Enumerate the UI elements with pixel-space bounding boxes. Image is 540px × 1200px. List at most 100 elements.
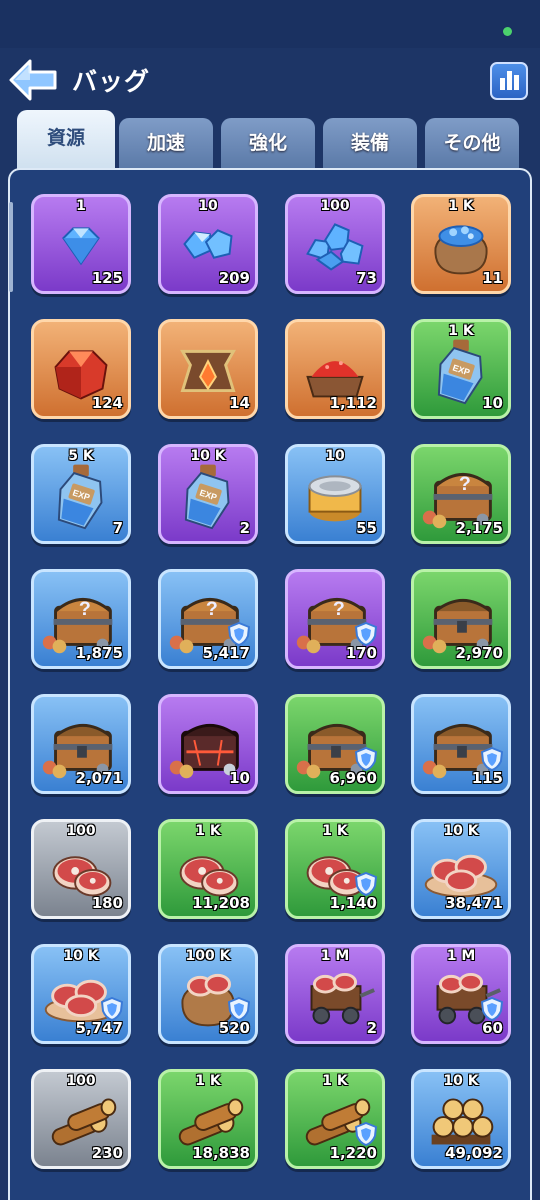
back-arrow-icon	[9, 59, 57, 101]
inventory-item[interactable]: 10 209	[158, 194, 258, 294]
protected-shield-icon	[355, 1122, 377, 1146]
inventory-item[interactable]: 1 K 1,140	[285, 819, 385, 919]
item-amount-label: 1 M	[446, 948, 476, 964]
inventory-item[interactable]: 6,960	[285, 694, 385, 794]
inventory-item[interactable]: 10 K 5,747	[31, 944, 131, 1044]
inventory-item[interactable]: 10 K 49,092	[411, 1069, 511, 1169]
item-amount-label: 10 K	[63, 948, 99, 964]
inventory-item[interactable]: 124	[31, 319, 131, 419]
header: バッグ	[0, 48, 540, 110]
item-amount-label: 10 K	[443, 1073, 479, 1089]
inventory-item[interactable]: 1 K 11	[411, 194, 511, 294]
status-bar	[0, 0, 540, 48]
item-amount-label: 10 K	[443, 823, 479, 839]
back-button[interactable]	[8, 58, 58, 102]
inventory-item[interactable]: 100 230	[31, 1069, 131, 1169]
svg-text:?: ?	[333, 598, 345, 620]
item-amount-label: 1 K	[322, 823, 348, 839]
protected-shield-icon	[481, 997, 503, 1021]
protected-shield-icon	[228, 997, 250, 1021]
inventory-item[interactable]: 1 M 2	[285, 944, 385, 1044]
tab-resources[interactable]: 資源	[17, 110, 115, 170]
inventory-item[interactable]: EXP 5 K7	[31, 444, 131, 544]
item-amount-label: 1	[76, 198, 86, 214]
item-count: 1,140	[329, 894, 377, 912]
inventory-item[interactable]: ? 170	[285, 569, 385, 669]
inventory-item[interactable]: ? 1,875	[31, 569, 131, 669]
item-count: 125	[91, 269, 123, 287]
tab-equipment[interactable]: 装備	[323, 118, 417, 168]
item-count: 2,175	[455, 519, 503, 537]
inventory-item[interactable]: 100 73	[285, 194, 385, 294]
item-count: 11,208	[192, 894, 250, 912]
inventory-item[interactable]: 1 K 1,220	[285, 1069, 385, 1169]
item-amount-label: 1 M	[320, 948, 350, 964]
inventory-item[interactable]: EXP 1 K 10	[411, 319, 511, 419]
inventory-item[interactable]: 1 125	[31, 194, 131, 294]
item-count: 124	[91, 394, 123, 412]
tab-other[interactable]: その他	[425, 118, 519, 168]
item-amount-label: 10	[325, 448, 345, 464]
inventory-item[interactable]: ? 5,417	[158, 569, 258, 669]
inventory-item[interactable]: 100 K 520	[158, 944, 258, 1044]
item-amount-label: 1 K	[195, 1073, 221, 1089]
protected-shield-icon	[481, 747, 503, 771]
inventory-item[interactable]: 100 180	[31, 819, 131, 919]
item-count: 1,112	[329, 394, 377, 412]
item-amount-label: 10	[198, 198, 218, 214]
item-count: 10	[482, 394, 503, 412]
protected-shield-icon	[101, 997, 123, 1021]
status-indicator-dot	[503, 27, 512, 36]
item-count: 5,417	[202, 644, 250, 662]
item-count: 2,071	[75, 769, 123, 787]
protected-shield-icon	[355, 622, 377, 646]
item-count: 209	[218, 269, 250, 287]
page-title: バッグ	[72, 67, 151, 96]
item-count: 170	[345, 644, 377, 662]
protected-shield-icon	[228, 622, 250, 646]
tab-enhance[interactable]: 強化	[221, 118, 315, 168]
svg-text:?: ?	[79, 598, 91, 620]
inventory-item[interactable]: 1 M 60	[411, 944, 511, 1044]
inventory-item[interactable]: 2,071	[31, 694, 131, 794]
item-amount-label: 1 K	[195, 823, 221, 839]
inventory-item[interactable]: 1 K 18,838	[158, 1069, 258, 1169]
item-amount-label: 100	[66, 1073, 96, 1089]
inventory-item[interactable]: 10 K 38,471	[411, 819, 511, 919]
tab-speedup[interactable]: 加速	[119, 118, 213, 168]
item-count: 38,471	[445, 894, 503, 912]
item-amount-label: 100	[320, 198, 350, 214]
inventory-item[interactable]: 1 K 11,208	[158, 819, 258, 919]
item-count: 73	[356, 269, 377, 287]
item-count: 55	[356, 519, 377, 537]
item-amount-label: 100 K	[185, 948, 231, 964]
item-amount-label: 1 K	[448, 323, 474, 339]
item-count: 115	[471, 769, 503, 787]
category-tabs: 資源 加速 強化 装備 その他	[17, 110, 537, 170]
inventory-item[interactable]: EXP 10 K2	[158, 444, 258, 544]
protected-shield-icon	[355, 872, 377, 896]
inventory-item[interactable]: 14	[158, 319, 258, 419]
item-amount-label: 10 K	[190, 448, 226, 464]
inventory-item[interactable]: 2,970	[411, 569, 511, 669]
inventory-item[interactable]: 1,112	[285, 319, 385, 419]
inventory-item[interactable]: 10	[158, 694, 258, 794]
stats-button[interactable]	[490, 62, 528, 100]
item-count: 2	[239, 519, 250, 537]
item-count: 230	[91, 1144, 123, 1162]
inventory-item[interactable]: ? 2,175	[411, 444, 511, 544]
inventory-item[interactable]: 115	[411, 694, 511, 794]
item-count: 2,970	[455, 644, 503, 662]
item-count: 10	[229, 769, 250, 787]
item-count: 2	[366, 1019, 377, 1037]
item-count: 14	[229, 394, 250, 412]
item-amount-label: 100	[66, 823, 96, 839]
svg-text:?: ?	[206, 598, 218, 620]
item-count: 60	[482, 1019, 503, 1037]
item-count: 6,960	[329, 769, 377, 787]
item-count: 11	[482, 269, 503, 287]
inventory-item[interactable]: 10 55	[285, 444, 385, 544]
scrollbar[interactable]	[9, 202, 13, 292]
item-count: 7	[112, 519, 123, 537]
item-count: 49,092	[445, 1144, 503, 1162]
